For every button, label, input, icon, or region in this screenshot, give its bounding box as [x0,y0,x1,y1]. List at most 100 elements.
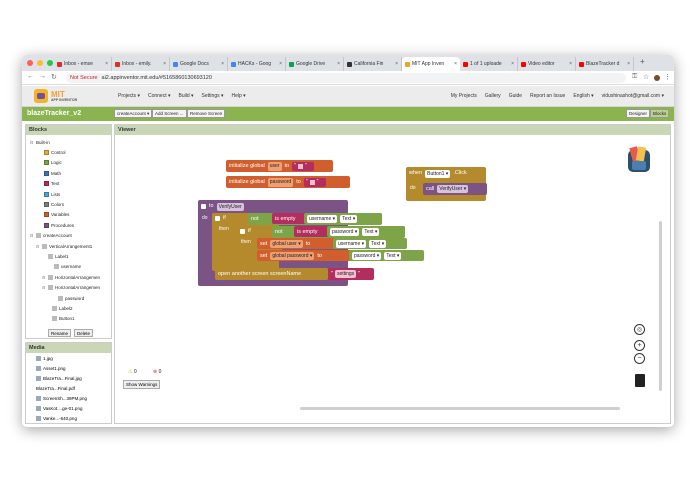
rename-button[interactable]: Rename [48,329,72,337]
menu-build[interactable]: Build ▾ [179,93,194,99]
star-icon[interactable]: ☆ [643,73,649,81]
zoom-in-icon[interactable]: + [634,340,645,351]
close-tab-icon[interactable]: × [511,61,514,67]
close-tab-icon[interactable]: × [569,61,572,67]
media-item[interactable]: Asset1.png [26,363,111,373]
builtin-math[interactable]: Math [26,168,111,178]
builtin-procedures[interactable]: Procedures [26,220,111,230]
set-global-user-block[interactable]: set global user ▾ to [257,238,336,249]
horizontal-scrollbar[interactable] [300,407,620,410]
key-icon[interactable]: ⚿ [632,73,637,81]
close-tab-icon[interactable]: × [337,61,340,67]
gear-icon[interactable] [201,204,206,209]
builtin-variables[interactable]: Variables [26,210,111,220]
media-item[interactable]: BlazeTra...Final.jpg [26,373,111,383]
link-report-issue[interactable]: Report an Issue [530,93,565,99]
open-another-screen-block[interactable]: open another screen screenName [215,268,328,280]
browser-tab[interactable]: California Fin × [344,57,402,71]
browser-tab[interactable]: Video editor × [518,57,576,71]
builtin-logic[interactable]: Logic [26,158,111,168]
procedure-name[interactable]: VerifyUser [216,203,244,211]
close-tab-icon[interactable]: × [163,61,166,67]
link-guide[interactable]: Guide [509,93,522,99]
property-dropdown[interactable]: Text ▾ [362,227,380,236]
account-dropdown[interactable]: vidushinashot@gmail.com ▾ [602,93,664,99]
backpack-icon[interactable] [623,145,655,175]
close-tab-icon[interactable]: × [221,61,224,67]
variable-dropdown[interactable]: global user ▾ [270,239,303,248]
browser-tab[interactable]: MIT App Inven × [402,57,460,71]
component-node[interactable]: username [26,262,111,272]
remove-screen-button[interactable]: Remove Screen [187,109,226,118]
address-bar[interactable]: Not Secure ai2.appinventor.mit.edu/#5165… [66,73,626,83]
media-item[interactable]: Vanke...-640.png [26,413,111,423]
close-tab-icon[interactable]: × [454,61,457,67]
browser-tab[interactable]: Google Drive × [286,57,344,71]
username-text-block[interactable]: username ▾ Text ▾ [304,213,382,224]
username-text-block[interactable]: username ▾ Text ▾ [333,238,407,249]
media-item[interactable]: ScreenSh...39PM.png [26,393,111,403]
trash-icon[interactable] [635,374,645,387]
menu-help[interactable]: Help ▾ [232,93,246,99]
avatar[interactable] [654,75,660,81]
procedure-dropdown[interactable]: VerifyUser ▾ [437,185,469,193]
gear-icon[interactable] [240,229,245,234]
blocks-button[interactable]: Blocks [650,109,670,118]
property-dropdown[interactable]: Text ▾ [369,239,387,248]
builtin-lists[interactable]: Lists [26,189,111,199]
recenter-icon[interactable]: ◎ [634,324,645,335]
component-node[interactable]: Label2 [26,303,111,313]
component-dropdown[interactable]: username ▾ [307,214,338,223]
browser-tab[interactable]: Inbox - emse × [54,57,112,71]
close-tab-icon[interactable]: × [279,61,282,67]
settings-text-block[interactable]: " settings " [328,268,374,280]
gear-icon[interactable] [215,216,220,221]
close-tab-icon[interactable]: × [627,61,630,67]
close-tab-icon[interactable]: × [395,61,398,67]
vertical-scrollbar[interactable] [659,221,662,391]
forward-icon[interactable]: → [39,73,46,80]
browser-tab[interactable]: Inbox - emily. × [112,57,170,71]
builtin-text[interactable]: Text [26,179,111,189]
component-node[interactable]: ⊟ VerticalArrangement1 [26,241,111,251]
variable-name[interactable]: user [267,161,282,171]
call-verifyuser-block[interactable]: call VerifyUser ▾ [423,183,487,195]
delete-button[interactable]: Delete [74,329,94,337]
component-node[interactable]: password [26,293,111,303]
component-dropdown[interactable]: password ▾ [352,251,382,260]
menu-connect[interactable]: Connect ▾ [148,93,171,99]
browser-tab[interactable]: Google Docs × [170,57,228,71]
init-global-user-block[interactable]: initialize global user to " " [226,160,333,172]
empty-text-block[interactable]: " " [292,161,315,171]
designer-button[interactable]: Designer [626,109,651,118]
menu-projects[interactable]: Projects ▾ [118,93,140,99]
builtin-control[interactable]: Control [26,147,111,157]
component-dropdown[interactable]: password ▾ [330,227,360,236]
more-menu-icon[interactable]: ⋮ [664,73,671,81]
reload-icon[interactable]: ↻ [51,73,57,81]
variable-dropdown[interactable]: global password ▾ [270,251,315,260]
component-node[interactable]: ⊟ HorizontalArrangemen [26,282,111,292]
variable-name[interactable]: password [267,177,294,187]
empty-text-block[interactable]: " " [303,177,326,187]
media-item[interactable]: 1.jpg [26,353,111,363]
component-node[interactable]: ⊟ HorizontalArrangemen [26,272,111,282]
component-node[interactable]: Button1 [26,314,111,324]
show-warnings-button[interactable]: Show Warnings [123,380,161,389]
password-text-block[interactable]: password ▾ Text ▾ [349,250,424,261]
browser-tab[interactable]: HACKs - Goog × [228,57,286,71]
media-item[interactable]: VasKot....ge-01.png [26,403,111,413]
component-dropdown[interactable]: Button1 ▾ [425,170,451,178]
minimize-window-button[interactable] [37,60,43,66]
screen-dropdown[interactable]: createAccount ▾ [114,109,153,118]
builtin-node[interactable]: ⊟ Built-in [26,137,111,147]
text-value[interactable]: settings [334,270,357,278]
back-icon[interactable]: ← [27,73,34,80]
close-window-button[interactable] [27,60,33,66]
new-tab-button[interactable]: + [640,57,645,66]
password-text-block[interactable]: password ▾ Text ▾ [327,226,405,237]
close-tab-icon[interactable]: × [105,61,108,67]
builtin-colors[interactable]: Colors [26,199,111,209]
media-item[interactable]: BlazeTra...Final.pdf [26,383,111,393]
component-node-createaccount[interactable]: ⊟ createAccount [26,231,111,241]
